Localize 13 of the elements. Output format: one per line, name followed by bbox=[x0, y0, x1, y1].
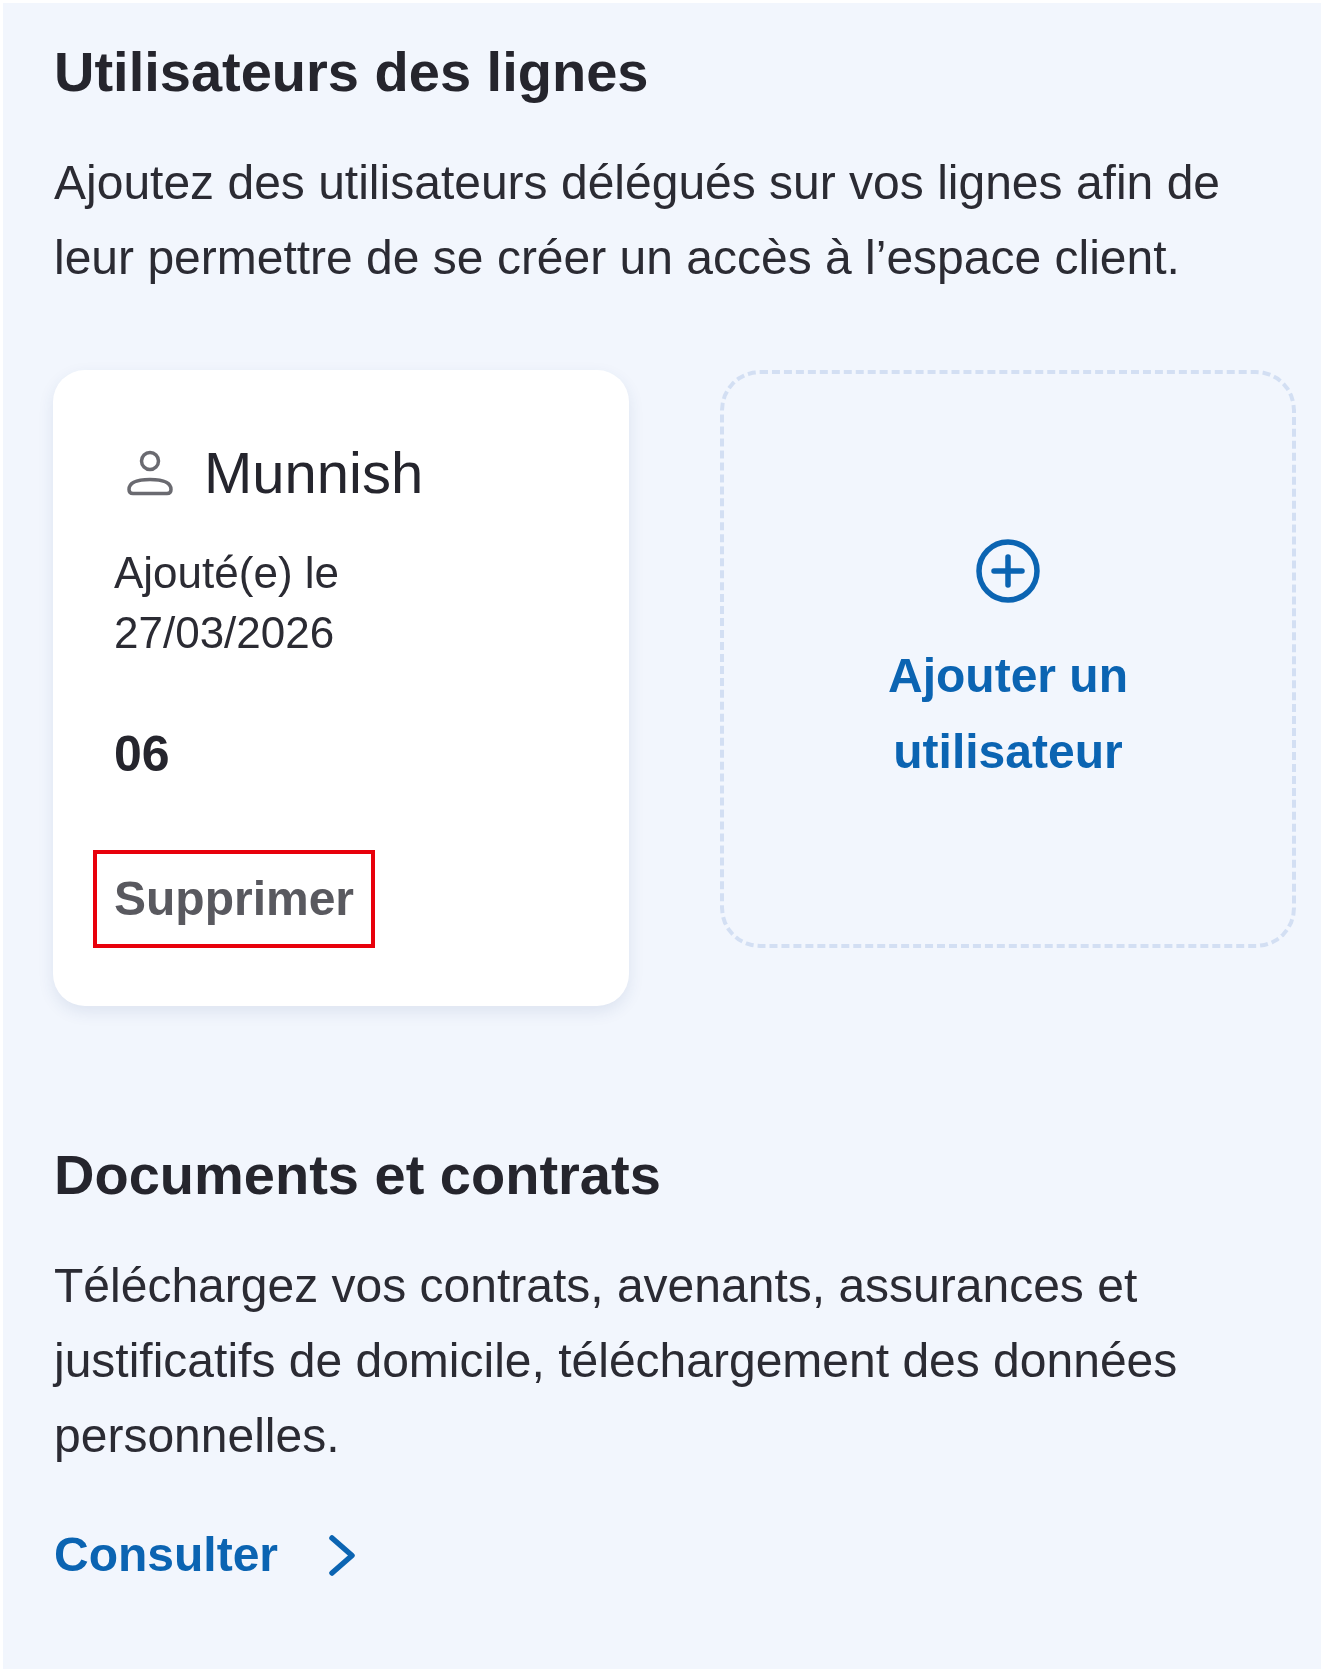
section-description: Ajoutez des utilisateurs délégués sur vos lignes afin de leur permettre de se créer un accès à l’espace client. bbox=[54, 155, 1221, 286]
section-title: Utilisateurs des lignes bbox=[54, 39, 650, 105]
line-number: 06 bbox=[114, 725, 170, 784]
chevron-right-icon bbox=[328, 1533, 357, 1577]
consult-link[interactable]: Consulter bbox=[54, 1526, 357, 1584]
section-description: Téléchargez vos contrats, avenants, assurances et justificatifs de domicile, téléchargement des données personnelles. bbox=[54, 1258, 1179, 1464]
plus-circle-icon bbox=[976, 538, 1040, 603]
added-date: Ajouté(e) le 27/03/2026 bbox=[114, 547, 340, 659]
delete-button[interactable]: Supprimer bbox=[93, 850, 376, 948]
user-name: Munnish bbox=[204, 439, 424, 507]
add-user-button[interactable]: Ajouter un utilisateur bbox=[720, 370, 1296, 948]
section-title: Documents et contrats bbox=[54, 1142, 662, 1208]
person-icon bbox=[126, 450, 174, 496]
